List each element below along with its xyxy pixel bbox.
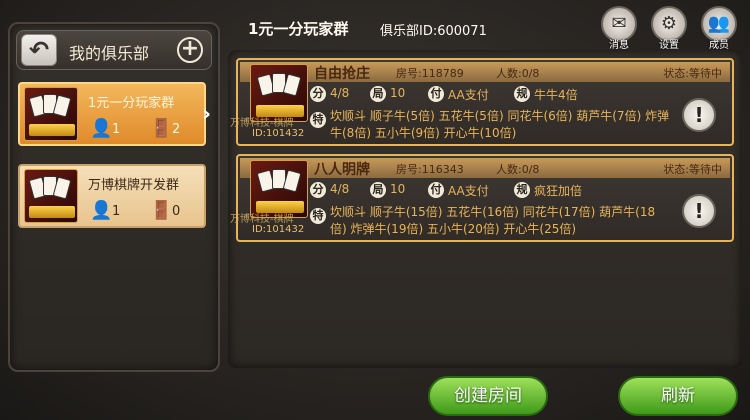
room-people: 人数:0/8 [496,163,540,176]
club-list-header: ↶ 我的俱乐部 + [16,30,212,70]
back-arrow-icon: ↶ [28,36,50,64]
room-header: 自由抢庄 房号:118789 人数:0/8 状态:等待中 [240,62,730,82]
room-card[interactable]: 自由抢庄 房号:118789 人数:0/8 状态:等待中 万博科技-棋牌 ID:… [230,58,734,146]
door-icon: 🚪 [150,200,173,221]
tag-gui: 规 [514,86,530,102]
club-name: 1元一分玩家群 [88,96,175,111]
door-icon: 🚪 [150,118,173,139]
refresh-button[interactable]: 刷新 [618,376,738,416]
members-button[interactable]: 👥 成员 [698,6,740,51]
exclamation-icon: ! [694,199,704,223]
room-owner-id: ID:101432 [252,224,305,235]
room-rule: 牛牛4倍 [534,88,578,102]
room-watermark: 万博科技-棋牌 [230,214,294,225]
person-icon: 👤 [90,200,113,221]
tag-te: 特 [310,112,326,128]
room-rounds: 10 [390,86,406,100]
room-name: 八人明牌 [314,162,370,178]
messages-label: 消息 [609,40,629,51]
room-name: 自由抢庄 [314,66,370,82]
tag-fen: 分 [310,86,326,102]
room-rule: 疯狂加倍 [534,184,583,198]
club-thumbnail [24,169,78,223]
tag-te: 特 [310,208,326,224]
room-watermark: 万博科技-棋牌 [230,118,294,129]
club-member-count: 1 [112,204,121,219]
club-item-2[interactable]: 万博棋牌开发群 👤 1 🚪 0 [18,164,206,228]
add-club-button[interactable]: + [177,37,203,63]
room-special-rules: 坎顺斗 顺子牛(15倍) 五花牛(16倍) 同花牛(17倍) 葫芦牛(18倍) … [330,205,656,236]
club-thumbnail [24,87,78,141]
room-score: 4/8 [330,86,350,100]
members-label: 成员 [709,40,729,51]
room-special-rules: 坎顺斗 顺子牛(5倍) 五花牛(5倍) 同花牛(6倍) 葫芦牛(7倍) 炸弹牛(… [330,109,670,140]
room-number: 房号:118789 [396,67,464,80]
room-status: 状态:等待中 [663,67,722,80]
room-people: 人数:0/8 [496,67,540,80]
club-member-count: 1 [112,122,121,137]
back-button[interactable]: ↶ [21,34,57,66]
room-payment: AA支付 [448,184,489,198]
messages-button[interactable]: ✉ 消息 [598,6,640,51]
room-rounds: 10 [390,182,406,196]
exclamation-icon: ! [694,103,704,127]
settings-label: 设置 [659,40,679,51]
room-status: 状态:等待中 [663,163,722,176]
settings-button[interactable]: ⚙ 设置 [648,6,690,51]
club-item-1[interactable]: 1元一分玩家群 👤 1 🚪 2 › [18,82,211,146]
rooms-panel: 自由抢庄 房号:118789 人数:0/8 状态:等待中 万博科技-棋牌 ID:… [228,50,742,368]
room-owner-id: ID:101432 [252,128,305,139]
tag-ju: 局 [370,182,386,198]
chevron-right-icon: › [202,102,212,127]
person-icon: 👤 [90,118,113,139]
room-info-button[interactable]: ! [682,98,716,132]
tag-ju: 局 [370,86,386,102]
club-title: 1元一分玩家群 [248,20,349,38]
tag-fen: 分 [310,182,326,198]
club-name: 万博棋牌开发群 [88,178,180,193]
club-list-title: 我的俱乐部 [69,44,150,63]
room-number: 房号:116343 [396,163,464,176]
tag-fu: 付 [428,182,444,198]
room-header: 八人明牌 房号:116343 人数:0/8 状态:等待中 [240,158,730,178]
tag-gui: 规 [514,182,530,198]
club-room-count: 2 [172,122,181,137]
club-room-count: 0 [172,204,181,219]
club-id: 俱乐部ID:600071 [380,24,487,39]
room-score: 4/8 [330,182,350,196]
tag-fu: 付 [428,86,444,102]
plus-icon: + [180,36,200,61]
room-payment: AA支付 [448,88,489,102]
create-room-button[interactable]: 创建房间 [428,376,548,416]
room-info-button[interactable]: ! [682,194,716,228]
club-list-panel: ↶ 我的俱乐部 + 1元一分玩家群 👤 1 🚪 2 › 万博棋牌开发群 👤 1 … [8,22,220,372]
room-card[interactable]: 八人明牌 房号:116343 人数:0/8 状态:等待中 万博科技-棋牌 ID:… [230,154,734,242]
